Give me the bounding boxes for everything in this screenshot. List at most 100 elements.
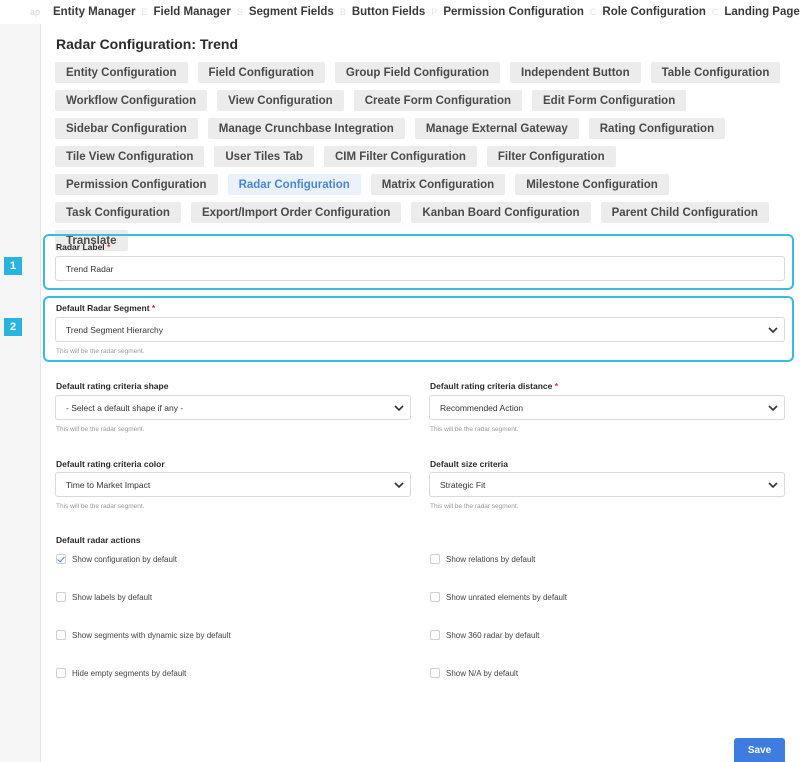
rating-criteria-shape-hint: This will be the radar segment. bbox=[56, 426, 145, 433]
tab-create-form-configuration[interactable]: Create Form Configuration bbox=[353, 90, 522, 111]
default-radar-segment-label: Default Radar Segment * bbox=[56, 303, 155, 313]
action-show-labels[interactable]: Show labels by default bbox=[56, 592, 152, 602]
nav-field-manager[interactable]: Field Manager bbox=[153, 6, 230, 18]
rating-criteria-color-select[interactable]: Time to Market Impact bbox=[55, 472, 411, 497]
page-title: Radar Configuration: Trend bbox=[56, 36, 238, 52]
action-hide-empty-segments[interactable]: Hide empty segments by default bbox=[56, 668, 186, 678]
tab-matrix-configuration[interactable]: Matrix Configuration bbox=[370, 174, 506, 195]
nav-separator: B bbox=[339, 7, 346, 17]
tab-edit-form-configuration[interactable]: Edit Form Configuration bbox=[532, 90, 687, 111]
tab-permission-configuration[interactable]: Permission Configuration bbox=[55, 174, 218, 195]
tab-filter-configuration[interactable]: Filter Configuration bbox=[486, 146, 616, 167]
tab-independent-button[interactable]: Independent Button bbox=[510, 62, 641, 83]
tab-table-configuration[interactable]: Table Configuration bbox=[650, 62, 781, 83]
nav-permission-configuration[interactable]: Permission Configuration bbox=[443, 6, 584, 18]
top-navigation: ap Entity Manager E Field Manager S Segm… bbox=[0, 0, 802, 24]
chevron-down-icon bbox=[394, 405, 404, 412]
checkbox-label: Show labels by default bbox=[72, 592, 153, 602]
tab-cim-filter-configuration[interactable]: CIM Filter Configuration bbox=[323, 146, 477, 167]
annotation-marker-1: 1 bbox=[4, 257, 22, 275]
chevron-down-icon bbox=[768, 482, 778, 489]
checkbox-label: Show relations by default bbox=[446, 554, 536, 564]
tab-workflow-configuration[interactable]: Workflow Configuration bbox=[55, 90, 208, 111]
checkbox-label: Show unrated elements by default bbox=[446, 592, 567, 602]
annotation-marker-2: 2 bbox=[4, 318, 22, 336]
checkbox-label: Hide empty segments by default bbox=[72, 668, 187, 678]
default-radar-segment-value: Trend Segment Hierarchy bbox=[66, 324, 164, 335]
size-criteria-value: Strategic Fit bbox=[440, 479, 486, 490]
tab-export-import-order-configuration[interactable]: Export/Import Order Configuration bbox=[190, 202, 402, 223]
required-marker: * bbox=[107, 242, 111, 252]
tab-task-configuration[interactable]: Task Configuration bbox=[55, 202, 181, 223]
rating-criteria-color-value: Time to Market Impact bbox=[66, 479, 151, 490]
checkbox[interactable] bbox=[56, 592, 66, 602]
action-show-na[interactable]: Show N/A by default bbox=[430, 668, 518, 678]
tab-radar-configuration[interactable]: Radar Configuration bbox=[227, 174, 361, 195]
rating-criteria-shape-value: - Select a default shape if any - bbox=[66, 402, 184, 413]
rating-criteria-color-hint: This will be the radar segment. bbox=[56, 503, 145, 510]
save-button[interactable]: Save bbox=[734, 738, 785, 762]
tab-kanban-board-configuration[interactable]: Kanban Board Configuration bbox=[411, 202, 591, 223]
chevron-down-icon bbox=[394, 482, 404, 489]
checkbox[interactable] bbox=[430, 668, 440, 678]
action-show-relations[interactable]: Show relations by default bbox=[430, 554, 535, 564]
action-show-dynamic-size-segments[interactable]: Show segments with dynamic size by defau… bbox=[56, 630, 231, 640]
nav-separator: C bbox=[711, 7, 719, 17]
tab-group-field-configuration[interactable]: Group Field Configuration bbox=[334, 62, 501, 83]
tab-sidebar-configuration[interactable]: Sidebar Configuration bbox=[55, 118, 198, 139]
required-marker: * bbox=[554, 381, 559, 391]
checkbox-label: Show 360 radar by default bbox=[446, 630, 540, 640]
checkbox[interactable] bbox=[56, 668, 66, 678]
tab-field-configuration[interactable]: Field Configuration bbox=[197, 62, 325, 83]
nav-separator: E bbox=[141, 7, 148, 17]
checkbox-label: Show N/A by default bbox=[446, 668, 519, 678]
config-tabs: Entity Configuration Field Configuration… bbox=[55, 62, 785, 251]
checkbox[interactable] bbox=[56, 630, 66, 640]
tab-milestone-configuration[interactable]: Milestone Configuration bbox=[515, 174, 669, 195]
required-marker: * bbox=[151, 303, 156, 313]
action-show-360-radar[interactable]: Show 360 radar by default bbox=[430, 630, 539, 640]
rating-criteria-distance-hint: This will be the radar segment. bbox=[430, 426, 519, 433]
checkbox-label: Show configuration by default bbox=[72, 554, 177, 564]
size-criteria-label: Default size criteria bbox=[430, 459, 508, 469]
default-radar-segment-select[interactable]: Trend Segment Hierarchy bbox=[55, 317, 785, 342]
radar-label-input[interactable]: Trend Radar bbox=[55, 256, 785, 281]
checkbox-label: Show segments with dynamic size by defau… bbox=[72, 630, 231, 640]
nav-role-configuration[interactable]: Role Configuration bbox=[602, 6, 706, 18]
nav-segment-fields[interactable]: Segment Fields bbox=[249, 6, 334, 18]
tab-manage-crunchbase-integration[interactable]: Manage Crunchbase Integration bbox=[207, 118, 405, 139]
action-show-configuration[interactable]: Show configuration by default bbox=[56, 554, 177, 564]
default-radar-segment-text: Default Radar Segment bbox=[56, 303, 150, 313]
checkbox[interactable] bbox=[430, 592, 440, 602]
nav-button-fields[interactable]: Button Fields bbox=[352, 6, 425, 18]
radar-label-text: Radar Label bbox=[56, 242, 105, 252]
tab-manage-external-gateway[interactable]: Manage External Gateway bbox=[414, 118, 579, 139]
checkbox[interactable] bbox=[430, 554, 440, 564]
chevron-down-icon bbox=[768, 327, 778, 334]
tab-rating-configuration[interactable]: Rating Configuration bbox=[588, 118, 726, 139]
rating-criteria-distance-select[interactable]: Recommended Action bbox=[429, 395, 785, 420]
nav-separator: C bbox=[589, 7, 597, 17]
size-criteria-select[interactable]: Strategic Fit bbox=[429, 472, 785, 497]
default-radar-segment-hint: This will be the radar segment. bbox=[56, 348, 145, 355]
default-radar-actions-title: Default radar actions bbox=[56, 535, 141, 545]
tab-entity-configuration[interactable]: Entity Configuration bbox=[55, 62, 188, 83]
rating-criteria-shape-label: Default rating criteria shape bbox=[56, 381, 169, 391]
tab-view-configuration[interactable]: View Configuration bbox=[217, 90, 344, 111]
chevron-down-icon bbox=[768, 405, 778, 412]
checkbox-checked[interactable] bbox=[56, 554, 66, 564]
rating-criteria-distance-value: Recommended Action bbox=[440, 402, 524, 413]
rating-criteria-distance-text: Default rating criteria distance bbox=[430, 381, 553, 391]
tab-parent-child-configuration[interactable]: Parent Child Configuration bbox=[600, 202, 769, 223]
rating-criteria-shape-select[interactable]: - Select a default shape if any - bbox=[55, 395, 411, 420]
nav-separator: S bbox=[236, 7, 243, 17]
tab-user-tiles-tab[interactable]: User Tiles Tab bbox=[214, 146, 314, 167]
nav-entity-manager[interactable]: Entity Manager bbox=[53, 6, 135, 18]
radar-label-label: Radar Label * bbox=[56, 242, 110, 252]
checkbox[interactable] bbox=[430, 630, 440, 640]
nav-landing-page-configuration[interactable]: Landing Page Configuration bbox=[724, 6, 802, 18]
action-show-unrated-elements[interactable]: Show unrated elements by default bbox=[430, 592, 567, 602]
nav-overflow-text: ap bbox=[30, 7, 41, 17]
tab-tile-view-configuration[interactable]: Tile View Configuration bbox=[55, 146, 205, 167]
content-divider bbox=[40, 24, 41, 762]
